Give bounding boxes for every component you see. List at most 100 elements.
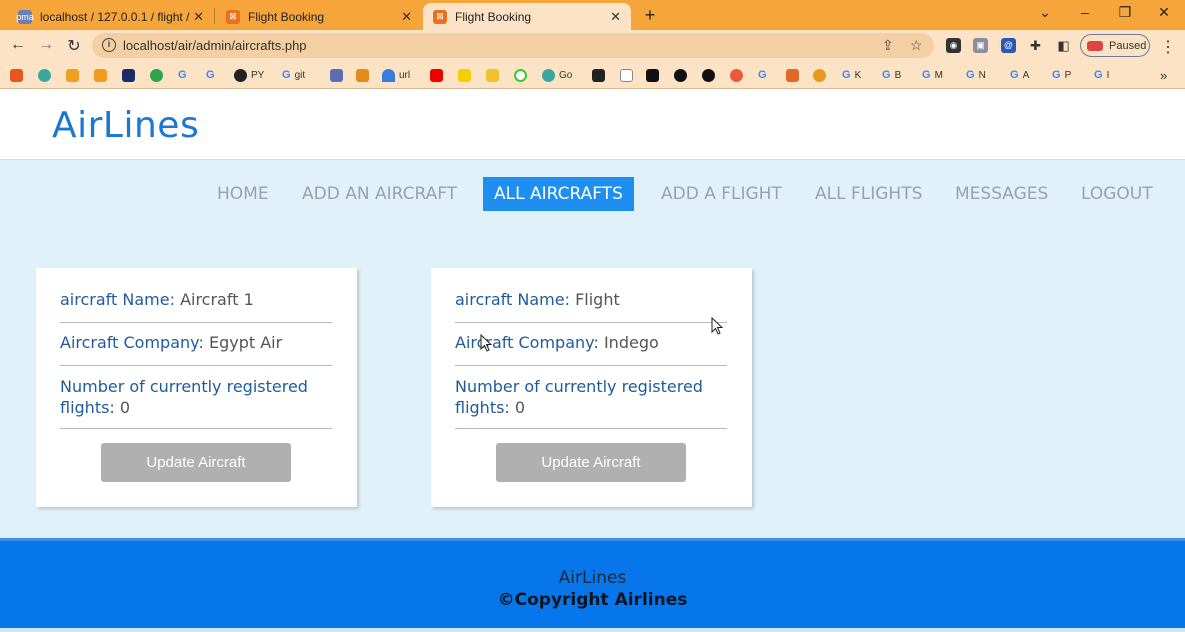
restore-icon[interactable]: ❐ [1110,4,1140,21]
bookmark-item[interactable] [813,67,830,83]
close-icon[interactable]: ✕ [610,9,621,25]
aircraft-company-row: Aircraft Company: Indego [455,333,727,366]
ieee-icon [122,68,135,82]
browser-tab[interactable]: pma localhost / 127.0.0.1 / flight / acc… [8,3,214,30]
browser-tab-active[interactable]: ⊠ Flight Booking ✕ [423,3,631,30]
bookmark-item[interactable] [330,67,347,83]
reload-icon[interactable]: ↻ [64,36,84,56]
extension-icon[interactable]: ▣ [973,38,988,53]
close-icon[interactable]: ✕ [401,9,412,25]
paused-label: Paused [1109,39,1147,52]
bookmark-item[interactable]: GB [882,67,901,83]
bookmark-star-icon[interactable]: ☆ [910,37,923,54]
nav-logout[interactable]: LOGOUT [1081,177,1153,211]
main-nav: HOME ADD AN AIRCRAFT ALL AIRCRAFTS ADD A… [0,177,1185,211]
bookmark-icon [514,68,527,82]
arc-icon [382,68,395,82]
kebab-menu-icon[interactable]: ⋮ [1160,37,1176,57]
bookmark-item[interactable]: G [178,67,191,83]
bookmark-item[interactable] [458,67,475,83]
bookmark-item[interactable] [430,67,447,83]
minimize-icon[interactable]: – [1070,4,1100,20]
panda-extension-icon[interactable]: ◉ [946,38,961,53]
address-bar[interactable]: i localhost/air/admin/aircrafts.php ⇪ ☆ [92,33,934,58]
bookmark-item[interactable]: PY [234,67,264,83]
bookmark-item[interactable]: GP [1052,67,1071,83]
bookmark-item[interactable] [786,67,803,83]
close-icon[interactable]: ✕ [193,9,204,25]
bookmark-icon [542,68,555,82]
nav-all-flights[interactable]: ALL FLIGHTS [815,177,922,211]
footer-brand: AirLines [558,568,627,588]
page-bottom-strip [0,628,1185,632]
bookmark-item[interactable]: GA [1010,67,1029,83]
new-tab-icon[interactable]: + [640,5,660,26]
site-logo[interactable]: AirLines [52,105,199,146]
profile-paused-button[interactable]: Paused [1080,34,1150,57]
site-info-icon[interactable]: i [102,38,116,52]
bookmark-item[interactable] [356,67,373,83]
bookmark-item[interactable]: GI [1094,67,1109,83]
bookmark-item[interactable] [514,67,531,83]
forward-icon[interactable]: → [36,36,56,54]
bookmark-item[interactable] [592,67,609,83]
bookmark-item[interactable] [122,67,139,83]
bookmark-item[interactable]: GM [922,67,943,83]
url-text[interactable]: localhost/air/admin/aircrafts.php [123,38,307,53]
bookmark-icon [150,68,163,82]
registered-flights-label: Number of currently registered flights: [60,377,308,417]
bookmark-item[interactable] [620,67,637,83]
side-panel-icon[interactable]: ◧ [1056,38,1071,53]
bookmark-label: A [1022,69,1030,81]
tab-label: Flight Booking [248,9,325,24]
bookmark-item[interactable]: Go [542,67,572,83]
nav-add-aircraft[interactable]: ADD AN AIRCRAFT [302,177,457,211]
bookmark-item[interactable]: GN [966,67,986,83]
bookmark-item[interactable] [66,67,83,83]
bookmark-item[interactable] [150,67,167,83]
bookmark-item[interactable]: Ggit [282,67,305,83]
bookmark-item[interactable] [486,67,503,83]
aircraft-name-value: Flight [575,290,620,309]
youtube-icon [430,68,443,82]
bookmark-label: K [854,69,862,81]
share-icon[interactable]: ⇪ [882,37,894,54]
nav-add-flight[interactable]: ADD A FLIGHT [661,177,782,211]
puzzle-extensions-icon[interactable]: ✚ [1028,38,1043,53]
bookmark-item[interactable]: GK [842,67,861,83]
bookmark-icon [356,68,369,82]
aircraft-name-label: aircraft Name: [60,290,175,309]
bookmark-item[interactable] [730,67,747,83]
nav-all-aircrafts[interactable]: ALL AIRCRAFTS [483,177,634,211]
bookmark-item[interactable] [674,67,691,83]
bookmark-item[interactable]: G [758,67,771,83]
bookmark-icon [458,68,471,82]
bookmark-icon [646,68,659,82]
more-bookmarks-chevron-icon[interactable]: » [1160,67,1167,83]
bookmark-item[interactable] [702,67,719,83]
nav-home[interactable]: HOME [217,177,269,211]
bookmark-item[interactable] [646,67,663,83]
window-close-icon[interactable]: ✕ [1149,4,1179,21]
browser-tab[interactable]: ⊠ Flight Booking ✕ [216,3,422,30]
mouse-cursor-icon [711,317,724,335]
bookmark-label: P [1064,69,1072,81]
bookmark-item[interactable] [94,67,111,83]
at-extension-icon[interactable]: @ [1001,38,1016,53]
nav-messages[interactable]: MESSAGES [955,177,1048,211]
google-icon: G [882,69,891,81]
tab-search-chevron-icon[interactable]: ⌄ [1030,4,1060,21]
aircraft-company-label: Aircraft Company: [60,333,204,352]
bookmark-item[interactable] [38,67,55,83]
bookmarks-bar: G G PY Ggit url Go G GK GB GM GN GA GP G… [0,61,1185,89]
google-icon: G [1052,69,1061,81]
back-icon[interactable]: ← [8,36,28,54]
tab-label: localhost / 127.0.0.1 / flight / acc [40,9,190,24]
bookmark-item[interactable]: url [382,67,410,83]
registered-flights-row: Number of currently registered flights: … [455,376,727,429]
bookmark-item[interactable]: G [206,67,219,83]
update-aircraft-button[interactable]: Update Aircraft [101,443,291,482]
bookmark-item[interactable] [10,67,27,83]
update-aircraft-button[interactable]: Update Aircraft [496,443,686,482]
site-footer: AirLines ©Copyright Airlines [0,538,1185,628]
